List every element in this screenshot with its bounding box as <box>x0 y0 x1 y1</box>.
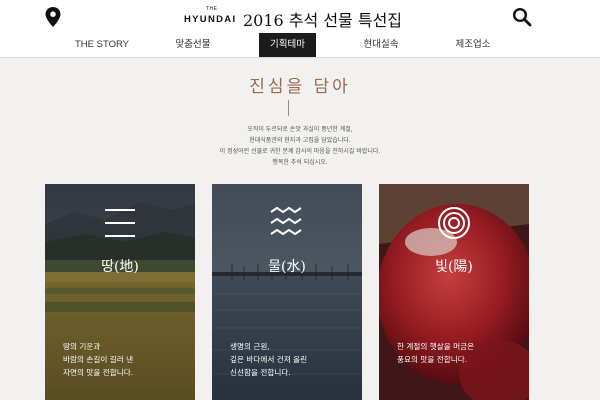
card-title: 물(水) <box>268 259 306 275</box>
theme-card-water[interactable]: 물(水) 생명의 근원, 깊은 바다에서 건져 올린 신선함을 전합니다. <box>212 184 362 400</box>
horizontal-lines-icon <box>105 209 135 237</box>
card-desc-line: 깊은 바다에서 건져 올린 <box>230 355 308 364</box>
card-desc-line: 땅의 기운과 <box>63 342 101 351</box>
card-desc-line: 생명의 근원, <box>230 342 270 351</box>
card-description: 생명의 근원, 깊은 바다에서 건져 올린 신선함을 전합니다. <box>230 340 360 379</box>
card-desc-line: 자연의 맛을 전합니다. <box>63 368 134 377</box>
card-desc-line: 한 계절의 햇살을 머금은 <box>397 342 475 351</box>
card-desc-line: 신선함을 전합니다. <box>230 368 291 377</box>
main-nav: THE STORY 맞춤선물 기획테마 현대실속 제조업소 <box>0 33 600 58</box>
intro-text: 오직이 두르되로 손맛 과실이 풍년한 계절, 현대식품관의 현지과 고집을 담… <box>150 124 450 168</box>
map-pin-icon[interactable] <box>44 6 62 28</box>
concentric-circles-icon <box>438 207 470 239</box>
card-description: 한 계절의 햇살을 머금은 풍요의 맛을 전합니다. <box>397 340 527 366</box>
intro-line: 현대식품관의 현지과 고집을 담았습니다. <box>249 137 351 144</box>
nav-item-hyundai-value[interactable]: 현대실속 <box>348 33 414 57</box>
card-desc-line: 풍요의 맛을 전합니다. <box>397 355 468 364</box>
theme-card-land[interactable]: 땅(地) 땅의 기운과 바람의 손길이 길러 낸 자연의 맛을 전합니다. <box>45 184 195 400</box>
theme-card-sun[interactable]: 빛(陽) 한 계절의 햇살을 머금은 풍요의 맛을 전합니다. <box>379 184 529 400</box>
waves-icon <box>270 206 302 236</box>
brand-the: THE <box>206 6 218 12</box>
card-desc-line: 바람의 손길이 길러 낸 <box>63 355 134 364</box>
brand-name: HYUNDAI <box>184 14 237 25</box>
card-description: 땅의 기운과 바람의 손길이 길러 낸 자연의 맛을 전합니다. <box>63 340 193 379</box>
nav-item-custom-gift[interactable]: 맞춤선물 <box>160 33 226 57</box>
card-title: 빛(陽) <box>435 259 473 275</box>
intro-line: 이 정성어린 선물로 귀한 분께 감사의 마음을 전하시길 바랍니다. <box>219 148 381 155</box>
search-icon[interactable] <box>512 7 532 27</box>
page-title: 2016 추석 선물 특선집 <box>243 11 403 30</box>
card-title: 땅(地) <box>101 259 139 275</box>
nav-item-manufacturers[interactable]: 제조업소 <box>440 33 506 57</box>
intro-line: 행복한 추석 되십시오. <box>272 159 328 166</box>
headline-divider <box>288 100 289 116</box>
top-header: THE HYUNDAI 2016 추석 선물 특선집 <box>0 0 600 33</box>
nav-item-the-story[interactable]: THE STORY <box>68 33 136 57</box>
nav-item-special-theme[interactable]: 기획테마 <box>259 33 316 57</box>
section-headline: 진심을 담아 <box>249 77 351 97</box>
intro-line: 오직이 두르되로 손맛 과실이 풍년한 계절, <box>247 126 353 133</box>
